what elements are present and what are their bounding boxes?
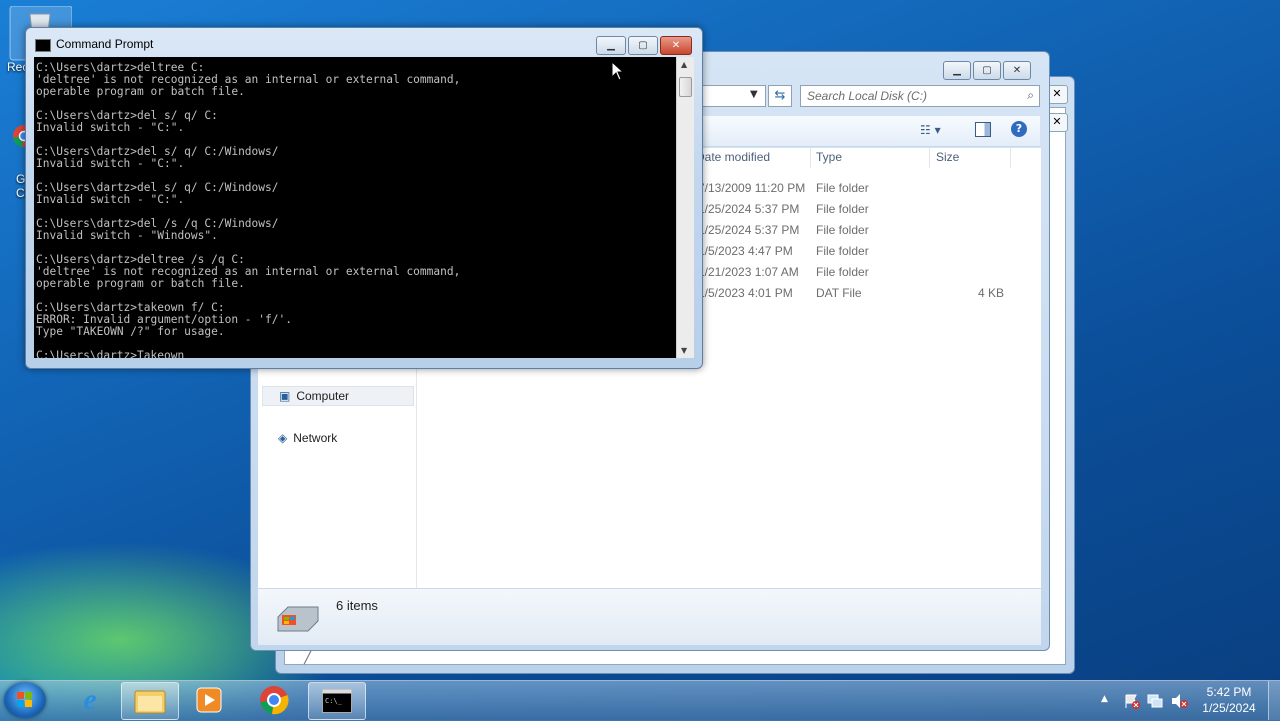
- column-header-type[interactable]: Type: [816, 150, 842, 164]
- table-row[interactable]: 1/25/2024 5:37 PM File folder: [698, 220, 1040, 241]
- taskbar-internet-explorer[interactable]: e: [62, 682, 118, 718]
- media-player-icon: [196, 687, 222, 713]
- table-row[interactable]: 1/21/2023 1:07 AM File folder: [698, 262, 1040, 283]
- row-date: 1/5/2023 4:47 PM: [698, 244, 793, 258]
- console-output[interactable]: C:\Users\dartz>deltree C: 'deltree' is n…: [34, 57, 676, 358]
- column-divider[interactable]: [929, 148, 930, 168]
- clock-date: 1/25/2024: [1202, 701, 1256, 715]
- folder-icon: [134, 690, 166, 714]
- show-hidden-icons[interactable]: ▲: [1101, 694, 1108, 704]
- row-type: File folder: [816, 223, 869, 237]
- row-date: 1/25/2024 5:37 PM: [698, 202, 800, 216]
- close-button[interactable]: ✕: [1003, 61, 1031, 80]
- broom-icon: ╱: [304, 649, 313, 665]
- window-title: Command Prompt: [56, 37, 154, 51]
- address-bar[interactable]: ▼: [700, 85, 766, 107]
- search-icon[interactable]: ⌕: [1027, 88, 1034, 103]
- row-type: File folder: [816, 244, 869, 258]
- search-input[interactable]: Search Local Disk (C:) ⌕: [800, 85, 1040, 107]
- command-prompt-window[interactable]: Command Prompt ▁ ▢ ✕ C:\Users\dartz>delt…: [25, 27, 703, 369]
- scrollbar[interactable]: ▲ ▼: [676, 57, 694, 358]
- command-bar: ☷ ▾ ?: [700, 116, 1040, 147]
- cmd-caption-buttons: ▁ ▢ ✕: [596, 36, 692, 55]
- details-pane: 6 items: [258, 588, 1041, 645]
- taskbar-chrome[interactable]: [246, 682, 302, 718]
- cmd-icon: C:\_: [322, 689, 352, 713]
- nav-item-label: Network: [293, 431, 338, 445]
- nav-item-label: Computer: [296, 389, 350, 403]
- column-header-date[interactable]: Date modified: [696, 150, 770, 164]
- refresh-button[interactable]: ⇆: [768, 85, 792, 107]
- volume-muted-icon[interactable]: [1171, 693, 1189, 713]
- computer-icon: ▣: [279, 389, 291, 403]
- action-center-icon[interactable]: [1124, 693, 1140, 713]
- table-row[interactable]: 1/25/2024 5:37 PM File folder: [698, 199, 1040, 220]
- row-date: 1/25/2024 5:37 PM: [698, 223, 800, 237]
- minimize-button[interactable]: ▁: [596, 36, 626, 55]
- preview-pane-icon[interactable]: [975, 122, 991, 137]
- table-row[interactable]: 1/5/2023 4:47 PM File folder: [698, 241, 1040, 262]
- table-row[interactable]: 7/13/2009 11:20 PM File folder: [698, 178, 1040, 199]
- clock[interactable]: 5:42 PM 1/25/2024: [1196, 684, 1262, 716]
- row-type: File folder: [816, 181, 869, 195]
- taskbar-command-prompt[interactable]: C:\_: [308, 682, 366, 720]
- row-type: File folder: [816, 202, 869, 216]
- column-divider[interactable]: [1010, 148, 1011, 168]
- mouse-cursor-icon: [611, 60, 625, 85]
- row-date: 7/13/2009 11:20 PM: [698, 181, 806, 195]
- row-type: DAT File: [816, 286, 862, 300]
- console-text: C:\Users\dartz>deltree C: 'deltree' is n…: [36, 61, 461, 359]
- network-tray-icon[interactable]: [1147, 693, 1163, 713]
- column-header-size[interactable]: Size: [936, 150, 959, 164]
- row-date: 1/21/2023 1:07 AM: [698, 265, 799, 279]
- row-size: 4 KB: [978, 286, 1005, 300]
- nav-item-network[interactable]: ◈ Network: [262, 428, 414, 448]
- close-button[interactable]: ✕: [660, 36, 692, 55]
- nav-item-computer[interactable]: ▣ Computer: [262, 386, 414, 406]
- chevron-down-icon[interactable]: ▼: [750, 89, 758, 100]
- column-divider[interactable]: [810, 148, 811, 168]
- row-date: 1/5/2023 4:01 PM: [698, 286, 793, 300]
- maximize-button[interactable]: ▢: [973, 61, 1001, 80]
- maximize-button[interactable]: ▢: [628, 36, 658, 55]
- taskbar-media-player[interactable]: [181, 682, 237, 718]
- search-placeholder: Search Local Disk (C:): [807, 89, 928, 103]
- item-count: 6 items: [336, 598, 378, 613]
- scroll-down-icon[interactable]: ▼: [681, 346, 687, 355]
- scroll-up-icon[interactable]: ▲: [681, 60, 687, 69]
- taskbar-windows-explorer[interactable]: [121, 682, 179, 720]
- help-icon[interactable]: ?: [1011, 121, 1027, 137]
- show-desktop-button[interactable]: [1268, 681, 1280, 720]
- drive-icon: [276, 603, 320, 637]
- internet-explorer-icon: e: [83, 683, 97, 716]
- cmd-icon: [35, 39, 51, 52]
- network-icon: ◈: [278, 431, 288, 445]
- chrome-icon: [260, 686, 289, 715]
- table-row[interactable]: 1/5/2023 4:01 PM DAT File 4 KB: [698, 283, 1040, 304]
- start-button[interactable]: [4, 682, 46, 718]
- clock-time: 5:42 PM: [1206, 685, 1252, 699]
- minimize-button[interactable]: ▁: [943, 61, 971, 80]
- svg-text:C:\_: C:\_: [325, 697, 343, 705]
- scrollbar-thumb[interactable]: [679, 77, 692, 97]
- row-type: File folder: [816, 265, 869, 279]
- explorer-caption-buttons: ▁ ▢ ✕: [943, 61, 1031, 80]
- view-options-icon[interactable]: ☷ ▾: [920, 123, 941, 137]
